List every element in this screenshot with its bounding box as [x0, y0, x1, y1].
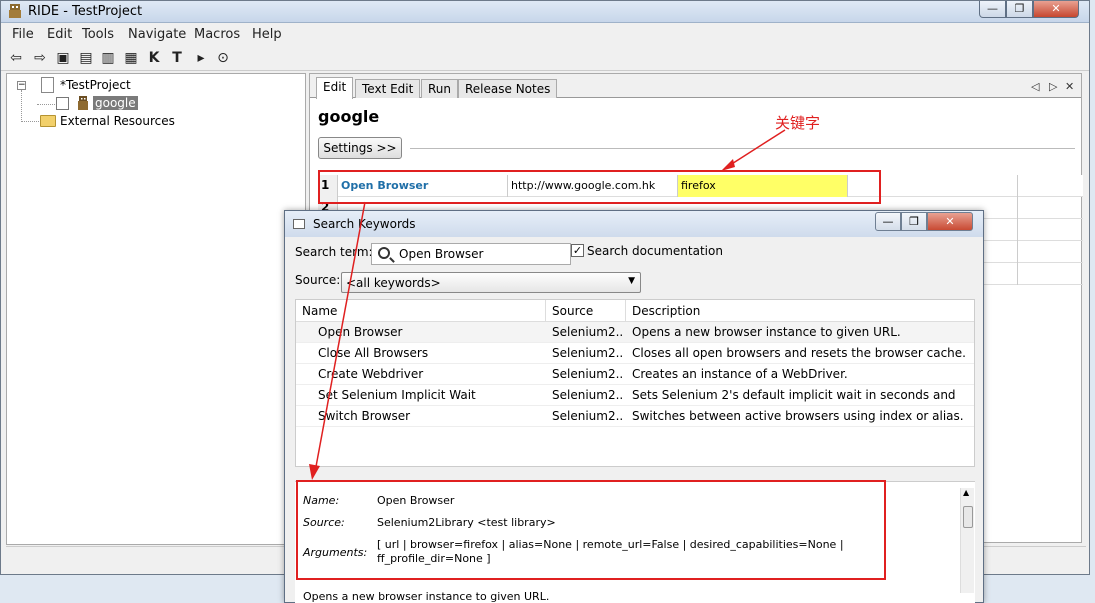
collapse-icon[interactable]: −: [17, 81, 26, 90]
save-icon[interactable]: ▥: [99, 49, 117, 67]
search-tests-icon[interactable]: T: [168, 49, 186, 67]
search-documentation-label: Search documentation: [587, 244, 723, 258]
details-scrollbar[interactable]: ▲: [960, 488, 974, 593]
project-tree: − *TestProject google External Resources: [6, 73, 306, 545]
tree-item-google[interactable]: google: [93, 96, 138, 110]
column-description[interactable]: Description: [626, 300, 974, 322]
robot-icon: [78, 96, 88, 110]
run-icon[interactable]: ▸: [192, 49, 210, 67]
suite-title: google: [318, 107, 380, 126]
window-icon: [293, 219, 305, 229]
keyword-source: Selenium2...: [552, 367, 624, 381]
suite-checkbox[interactable]: [56, 97, 69, 110]
scroll-thumb[interactable]: [963, 506, 973, 528]
keyword-source: Selenium2...: [552, 388, 624, 402]
tree-item-testproject[interactable]: *TestProject: [60, 78, 131, 92]
close-button[interactable]: ✕: [1033, 1, 1079, 18]
search-input[interactable]: Open Browser: [371, 243, 571, 265]
list-item[interactable]: Switch Browser Selenium2... Switches bet…: [296, 406, 974, 427]
file-icon: [41, 77, 54, 93]
tab-close-icon[interactable]: ✕: [1065, 80, 1074, 93]
toolbar: ⇦ ⇨ ▣ ▤ ▥ ▦ K T ▸ ⊙: [1, 45, 1089, 71]
keyword-description: Closes all open browsers and resets the …: [632, 346, 966, 360]
details-highlight-box: [296, 480, 886, 580]
keyword-highlight-box: [318, 170, 881, 204]
column-source[interactable]: Source: [546, 300, 626, 322]
scroll-up-icon[interactable]: ▲: [963, 488, 969, 497]
list-item[interactable]: Set Selenium Implicit Wait Selenium2... …: [296, 385, 974, 406]
tree-connector: [21, 90, 22, 122]
save-all-icon[interactable]: ▦: [122, 49, 140, 67]
search-documentation-checkbox[interactable]: ✓: [571, 244, 584, 257]
source-select[interactable]: <all keywords> ▼: [341, 272, 641, 293]
menu-bar: File Edit Tools Navigate Macros Help: [1, 23, 1089, 45]
tree-connector: [37, 104, 57, 105]
menu-edit[interactable]: Edit: [47, 27, 72, 42]
keyword-description: Sets Selenium 2's default implicit wait …: [632, 388, 956, 402]
list-item[interactable]: Create Webdriver Selenium2... Creates an…: [296, 364, 974, 385]
menu-navigate[interactable]: Navigate: [128, 27, 186, 42]
window-title: RIDE - TestProject: [28, 4, 143, 19]
menu-help[interactable]: Help: [252, 27, 282, 42]
keyword-source: Selenium2...: [552, 325, 624, 339]
tab-release-notes[interactable]: Release Notes: [458, 79, 558, 98]
maximize-button[interactable]: ❐: [1006, 1, 1033, 18]
menu-file[interactable]: File: [12, 27, 34, 42]
menu-tools[interactable]: Tools: [82, 27, 114, 42]
keyword-list: Name Source Description Open Browser Sel…: [295, 299, 975, 467]
dialog-title-bar: Search Keywords — ❐ ✕: [285, 211, 983, 237]
tab-run[interactable]: Run: [421, 79, 459, 98]
forward-icon[interactable]: ⇨: [31, 49, 49, 67]
tab-prev-icon[interactable]: ◁: [1031, 80, 1039, 93]
settings-button[interactable]: Settings >>: [318, 137, 402, 159]
keyword-source: Selenium2...: [552, 409, 624, 423]
annotation-arrow: [721, 129, 786, 171]
tree-connector: [21, 121, 41, 122]
dialog-maximize-button[interactable]: ❐: [901, 212, 927, 231]
keyword-source: Selenium2...: [552, 346, 624, 360]
editor-tabs: Edit Text Edit Run Release Notes ◁ ▷ ✕: [310, 74, 1081, 99]
open-directory-icon[interactable]: ▣: [54, 49, 72, 67]
chevron-down-icon: ▼: [628, 276, 635, 286]
list-item[interactable]: Close All Browsers Selenium2... Closes a…: [296, 343, 974, 364]
tab-next-icon[interactable]: ▷: [1049, 80, 1057, 93]
dialog-close-button[interactable]: ✕: [927, 212, 973, 231]
open-icon[interactable]: ▤: [77, 49, 95, 67]
list-item[interactable]: Open Browser Selenium2... Opens a new br…: [296, 322, 974, 343]
robot-app-icon: [9, 4, 21, 18]
search-value: Open Browser: [399, 247, 484, 261]
list-header: Name Source Description: [296, 300, 974, 322]
menu-macros[interactable]: Macros: [194, 27, 240, 42]
back-icon[interactable]: ⇦: [7, 49, 25, 67]
keyword-description: Creates an instance of a WebDriver.: [632, 367, 848, 381]
search-keywords-icon[interactable]: K: [145, 49, 163, 67]
search-icon: [378, 247, 390, 259]
tree-item-external-resources[interactable]: External Resources: [60, 114, 175, 128]
keyword-description: Switches between active browsers using i…: [632, 409, 964, 423]
minimize-button[interactable]: —: [979, 1, 1006, 18]
tab-text-edit[interactable]: Text Edit: [355, 79, 421, 98]
annotation-arrow: [309, 201, 366, 480]
details-documentation: Opens a new browser instance to given UR…: [303, 590, 550, 603]
stop-icon[interactable]: ⊙: [214, 49, 232, 67]
title-bar: RIDE - TestProject — ❐ ✕: [1, 1, 1089, 23]
keyword-description: Opens a new browser instance to given UR…: [632, 325, 901, 339]
dialog-minimize-button[interactable]: —: [875, 212, 901, 231]
tab-edit[interactable]: Edit: [316, 77, 354, 99]
folder-icon: [40, 115, 56, 127]
